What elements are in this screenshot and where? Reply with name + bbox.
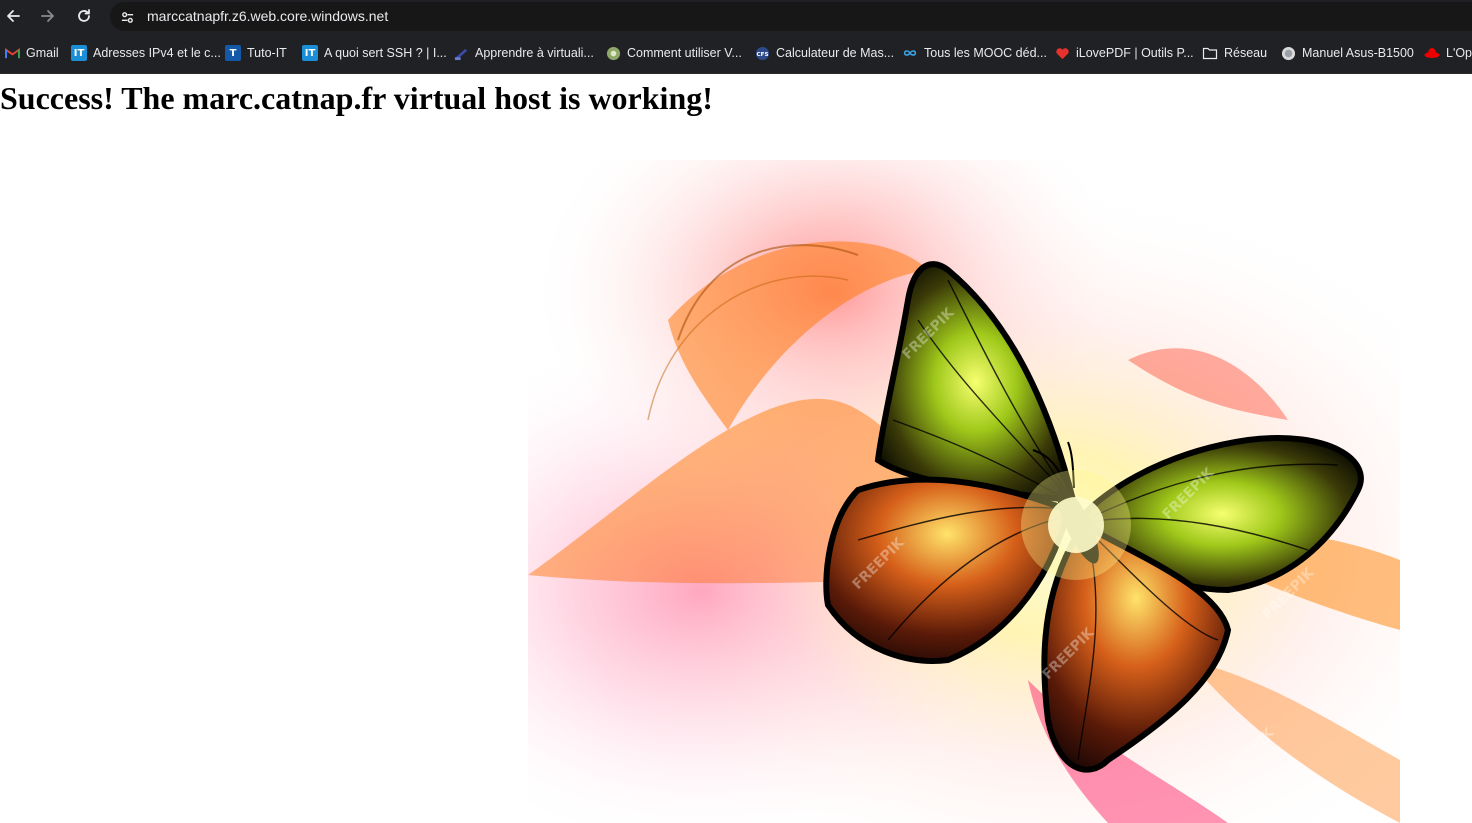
reload-button[interactable] [72, 4, 96, 28]
bookmark-virtualisation[interactable]: Apprendre à virtuali... [453, 43, 594, 63]
globe-icon [605, 45, 621, 61]
forward-button[interactable] [36, 4, 60, 28]
gmail-icon [4, 45, 20, 61]
tuto-it-icon: T [225, 45, 241, 61]
bookmark-label: Comment utiliser V... [627, 46, 742, 60]
bookmark-adresses-ipv4[interactable]: IT Adresses IPv4 et le c... [71, 43, 221, 63]
globe-icon [1280, 45, 1296, 61]
bookmark-ilovepdf[interactable]: iLovePDF | Outils P... [1054, 43, 1194, 63]
it-icon: IT [302, 45, 318, 61]
bookmark-manuel-asus[interactable]: Manuel Asus-B1500 [1280, 43, 1414, 63]
bookmark-label: Tuto-IT [247, 46, 287, 60]
arrow-right-icon [41, 10, 54, 22]
bookmarks-bar: Gmail IT Adresses IPv4 et le c... T Tuto… [0, 33, 1472, 74]
butterfly-illustration: FREEPIK FREEPIK FREEPIK FREEPIK FREEPIK … [528, 160, 1400, 823]
bookmark-label: Tous les MOOC déd... [924, 46, 1047, 60]
bookmark-comment-utiliser[interactable]: Comment utiliser V... [605, 43, 742, 63]
bookmark-calculateur[interactable]: CFS Calculateur de Mas... [754, 43, 894, 63]
infinity-icon [902, 45, 918, 61]
bookmark-label: Gmail [26, 46, 59, 60]
bookmark-label: Adresses IPv4 et le c... [93, 46, 221, 60]
butterfly-image: FREEPIK FREEPIK FREEPIK FREEPIK FREEPIK … [528, 160, 1400, 823]
bookmark-label: A quoi sert SSH ? | I... [324, 46, 447, 60]
bookmark-tuto-it[interactable]: T Tuto-IT [225, 43, 287, 63]
reload-icon [78, 9, 90, 22]
it-icon: IT [71, 45, 87, 61]
heart-icon [1054, 45, 1070, 61]
bookmark-mooc[interactable]: Tous les MOOC déd... [902, 43, 1047, 63]
page-heading: Success! The marc.catnap.fr virtual host… [0, 80, 713, 116]
redhat-icon [1424, 45, 1440, 61]
bookmark-ssh[interactable]: IT A quoi sert SSH ? | I... [302, 43, 447, 63]
bookmark-folder-reseau[interactable]: Réseau [1202, 43, 1267, 63]
bookmark-l-op[interactable]: L'Op [1424, 43, 1472, 63]
bookmark-label: iLovePDF | Outils P... [1076, 46, 1194, 60]
bookmark-gmail[interactable]: Gmail [4, 43, 59, 63]
address-bar[interactable]: marccatnapfr.z6.web.core.windows.net [110, 2, 1472, 31]
bookmark-label: L'Op [1446, 46, 1472, 60]
virtualization-icon [453, 45, 469, 61]
svg-text:CFS: CFS [756, 51, 768, 57]
calculator-icon: CFS [754, 45, 770, 61]
back-button[interactable] [1, 4, 25, 28]
bookmark-label: Apprendre à virtuali... [475, 46, 594, 60]
bookmark-label: Manuel Asus-B1500 [1302, 46, 1414, 60]
bookmark-label: Réseau [1224, 46, 1268, 60]
url-text[interactable]: marccatnapfr.z6.web.core.windows.net [147, 8, 388, 24]
bookmark-label: Calculateur de Mas... [776, 46, 895, 60]
arrow-left-icon [7, 10, 20, 22]
folder-icon [1202, 45, 1218, 61]
tune-icon [121, 11, 133, 23]
browser-toolbar: marccatnapfr.z6.web.core.windows.net [0, 0, 1472, 33]
site-info-button[interactable] [118, 8, 136, 26]
